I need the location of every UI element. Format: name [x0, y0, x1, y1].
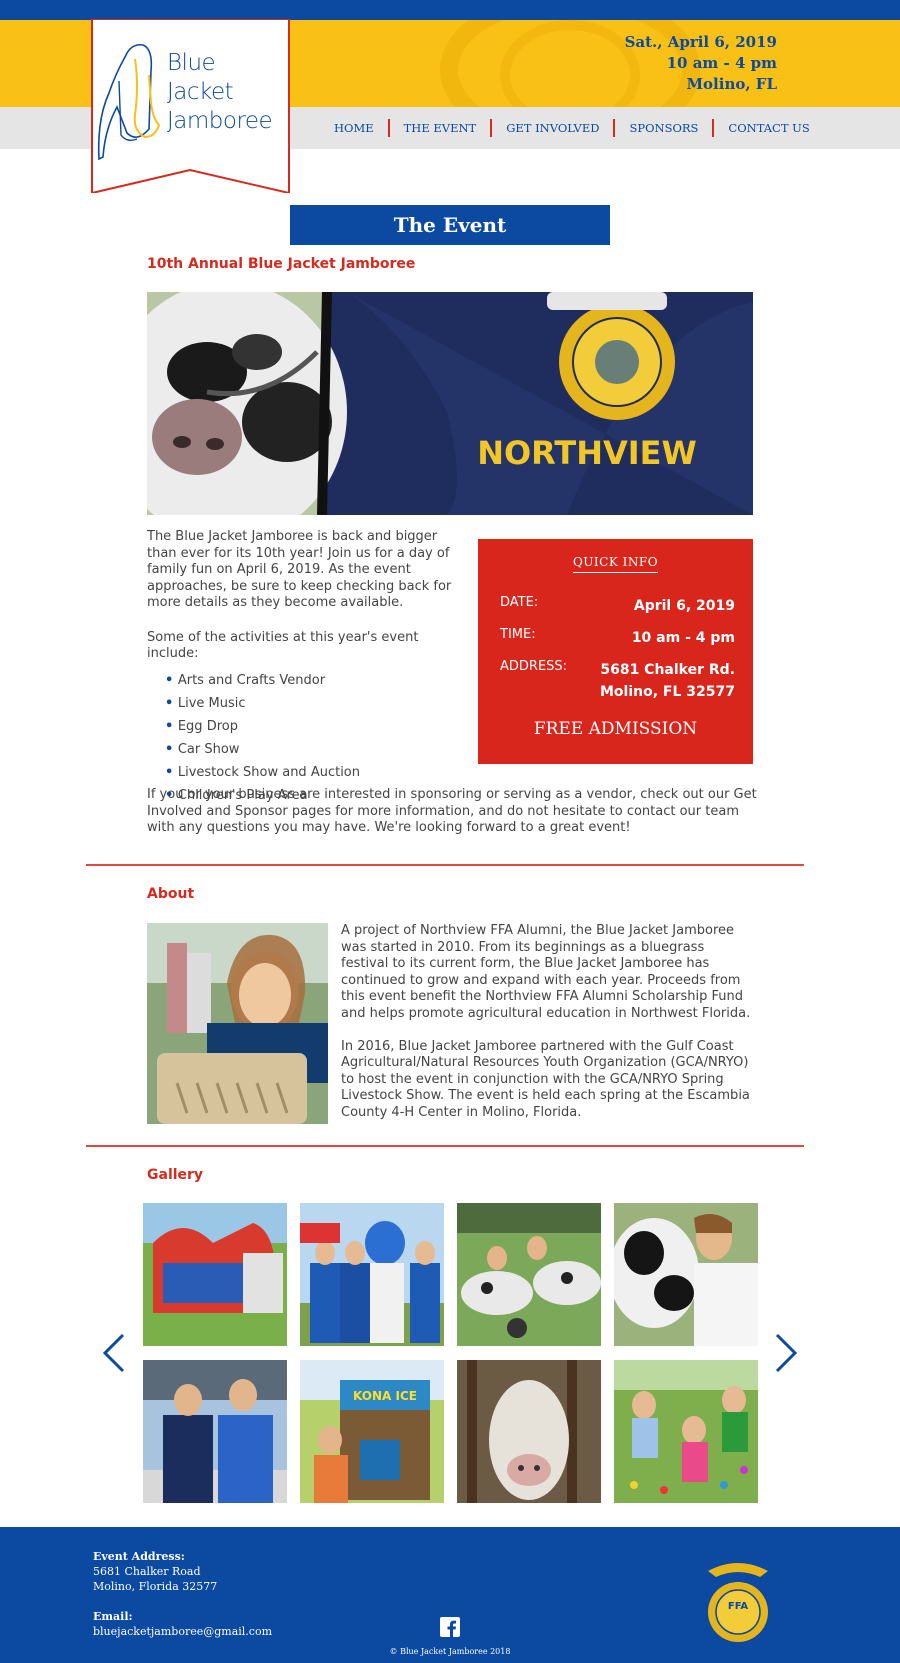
date-label: DATE:: [500, 595, 539, 610]
quick-info-title: QUICK INFO: [572, 555, 659, 573]
quick-info-box: QUICK INFO DATE: April 6, 2019 TIME: 10 …: [478, 539, 753, 764]
facebook-icon[interactable]: [440, 1617, 460, 1637]
section-divider: [86, 864, 804, 866]
footer-address-line-1: 5681 Chalker Road: [93, 1565, 201, 1578]
gallery-heading: Gallery: [147, 1167, 204, 1183]
about-paragraph-2: In 2016, Blue Jacket Jamboree partnered …: [341, 1038, 750, 1120]
gallery-grid: KONA ICE: [143, 1203, 758, 1505]
footer-address-label: Event Address:: [93, 1550, 185, 1563]
logo-line-3: Jamboree: [167, 108, 273, 134]
svg-text:KONA ICE: KONA ICE: [353, 1389, 417, 1403]
gallery-prev-arrow-icon[interactable]: [101, 1333, 127, 1373]
list-item: Arts and Crafts Vendor: [165, 669, 467, 692]
nav-the-event[interactable]: THE EVENT: [390, 119, 493, 137]
free-admission: FREE ADMISSION: [533, 719, 698, 739]
about-image: [147, 923, 328, 1124]
header-event-info: Sat., April 6, 2019 10 am - 4 pm Molino,…: [625, 32, 777, 95]
header-time: 10 am - 4 pm: [666, 54, 777, 72]
event-intro-text: The Blue Jacket Jamboree is back and big…: [147, 529, 452, 610]
site-logo[interactable]: Blue Jacket Jamboree: [91, 19, 290, 193]
time-value: 10 am - 4 pm: [631, 630, 735, 646]
site-footer: Event Address: 5681 Chalker Road Molino,…: [0, 1527, 900, 1663]
gallery-next-arrow-icon[interactable]: [773, 1333, 799, 1373]
activities-list: Arts and Crafts Vendor Live Music Egg Dr…: [165, 669, 467, 807]
gallery-image-mascot[interactable]: [300, 1203, 444, 1346]
header-date: Sat., April 6, 2019: [624, 33, 777, 51]
list-item: Live Music: [165, 692, 467, 715]
gallery-image-students[interactable]: [143, 1360, 287, 1503]
nav-home[interactable]: HOME: [320, 119, 390, 137]
event-closing-text: If you or your business are interested i…: [147, 787, 757, 835]
footer-email-link[interactable]: bluejacketjamboree@gmail.com: [93, 1625, 272, 1638]
gallery-image-barrel-train[interactable]: [457, 1203, 601, 1346]
gallery-image-egg-hunt[interactable]: [614, 1360, 758, 1503]
address-label: ADDRESS:: [500, 659, 568, 674]
svg-text:FFA: FFA: [728, 1601, 749, 1612]
list-item: Egg Drop: [165, 715, 467, 738]
event-heading: 10th Annual Blue Jacket Jamboree: [147, 256, 416, 272]
about-text: A project of Northview FFA Alumni, the B…: [341, 923, 751, 1138]
main-nav: HOME THE EVENT GET INVOLVED SPONSORS CON…: [320, 119, 824, 137]
footer-address-line-2: Molino, Florida 32577: [93, 1580, 218, 1593]
svg-text:NORTHVIEW: NORTHVIEW: [477, 434, 697, 472]
footer-email-block: Email: bluejacketjamboree@gmail.com: [93, 1609, 272, 1639]
time-label: TIME:: [500, 627, 536, 642]
activities-intro: Some of the activities at this year's ev…: [147, 629, 419, 662]
ffa-emblem-icon: FFA: [706, 1557, 770, 1647]
date-value: April 6, 2019: [633, 598, 735, 614]
gallery-image-kona-ice[interactable]: KONA ICE: [300, 1360, 444, 1503]
nav-sponsors[interactable]: SPONSORS: [615, 119, 715, 137]
gallery-image-cow-boy[interactable]: [614, 1203, 758, 1346]
event-intro: The Blue Jacket Jamboree is back and big…: [147, 529, 467, 807]
nav-get-involved[interactable]: GET INVOLVED: [492, 119, 616, 137]
hero-image: NORTHVIEW: [147, 292, 753, 515]
footer-email-label: Email:: [93, 1610, 133, 1623]
list-item: Livestock Show and Auction: [165, 761, 467, 784]
address-line-1: 5681 Chalker Rd.: [600, 662, 735, 678]
logo-line-2: Jacket: [167, 79, 234, 105]
logo-text: Blue Jacket Jamboree: [167, 49, 273, 136]
header-location: Molino, FL: [686, 75, 777, 93]
page-title: The Event: [290, 205, 610, 245]
logo-line-1: Blue: [167, 50, 216, 76]
hero-photo-illustration: NORTHVIEW: [147, 292, 753, 515]
footer-address: Event Address: 5681 Chalker Road Molino,…: [93, 1549, 217, 1594]
top-bar: [0, 0, 900, 20]
gallery-image-bounce-house[interactable]: [143, 1203, 287, 1346]
about-paragraph-1: A project of Northview FFA Alumni, the B…: [341, 923, 751, 1021]
address-line-2: Molino, FL 32577: [600, 684, 735, 700]
list-item: Car Show: [165, 738, 467, 761]
gallery-image-goat[interactable]: [457, 1360, 601, 1503]
section-divider: [86, 1145, 804, 1147]
about-heading: About: [147, 886, 195, 902]
nav-contact-us[interactable]: CONTACT US: [714, 119, 823, 137]
copyright: © Blue Jacket Jamboree 2018: [389, 1647, 511, 1656]
